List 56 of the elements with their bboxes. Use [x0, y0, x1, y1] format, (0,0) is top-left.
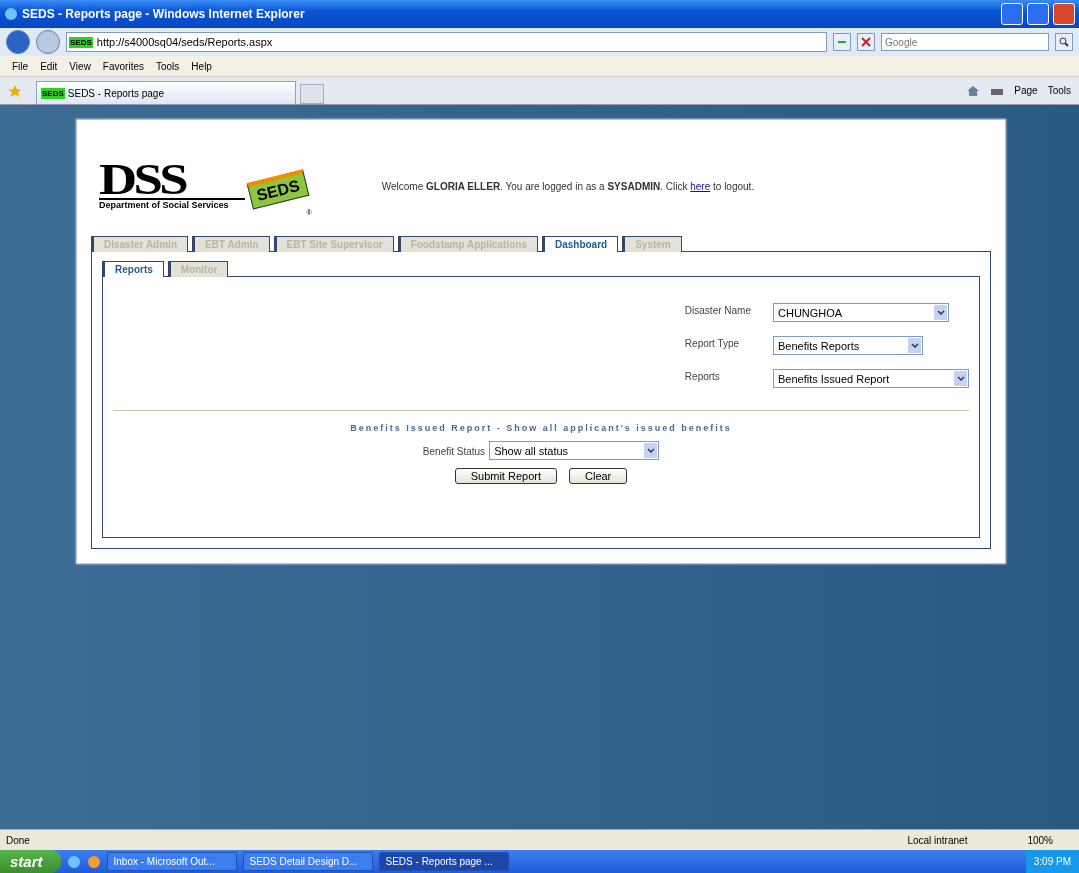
menu-item[interactable]: Favorites [96, 60, 150, 72]
tab[interactable]: Reports [102, 261, 164, 277]
tab-title: SEDS - Reports page [67, 87, 164, 99]
form-button[interactable]: Submit Report [454, 468, 557, 484]
field-label: Reports [684, 370, 721, 384]
menu-item[interactable]: View [63, 60, 97, 72]
seds-logo: SEDS [246, 168, 309, 210]
site-logo: SEDS [41, 87, 65, 99]
menu-item[interactable]: Help [185, 60, 218, 72]
dropdown[interactable]: CHUNGHOA [773, 303, 949, 322]
refresh-button[interactable] [833, 33, 851, 51]
dropdown[interactable]: Show all status [489, 441, 660, 460]
url-text: http://s4000sq04/seds/Reports.aspx [96, 36, 273, 48]
window-title: SEDS - Reports page - Windows Internet Explorer [22, 7, 306, 21]
field-label: Disaster Name [684, 304, 751, 318]
menu-item[interactable]: Edit [34, 60, 64, 72]
dropdown[interactable]: Benefits Reports [773, 336, 923, 355]
dropdown[interactable]: Benefits Issued Report [773, 369, 969, 388]
command-button[interactable]: Page [1014, 85, 1038, 96]
taskbar-button[interactable]: SEDS - Reports page ... [378, 852, 509, 871]
stop-button[interactable] [857, 33, 875, 51]
logo-caption: Department of Social Services [99, 198, 245, 210]
close-icon [861, 37, 871, 47]
menu-item[interactable]: Tools [150, 60, 186, 72]
forward-button[interactable] [36, 30, 60, 54]
search-field[interactable]: Google [881, 33, 1049, 51]
search-icon [1059, 37, 1069, 47]
minimize-button[interactable] [1001, 3, 1023, 25]
status-text: Done [6, 834, 31, 846]
command-button[interactable]: Tools [1047, 85, 1071, 96]
menu-item[interactable]: File [6, 60, 35, 72]
caret-icon [956, 375, 965, 382]
field-label: Report Type [684, 337, 741, 351]
restore-button[interactable] [1027, 3, 1049, 25]
caret-icon [936, 309, 945, 316]
welcome-message: Welcome GLORIA ELLER. You are logged in as a SYSADMIN. Click here to logout. [381, 180, 755, 192]
star-icon[interactable] [8, 83, 22, 98]
close-button[interactable] [1053, 3, 1075, 25]
taskbar-button[interactable]: Inbox - Microsoft Out... [106, 852, 237, 871]
form-button[interactable]: Clear [569, 468, 628, 484]
taskbar-button[interactable]: SEDS Detail Design D... [242, 852, 373, 871]
address-field[interactable]: SEDS http://s4000sq04/seds/Reports.aspx [66, 32, 827, 52]
tab[interactable]: Dashboard [541, 236, 619, 252]
zone-text: Local intranet [907, 834, 968, 846]
caret-icon [910, 342, 919, 349]
caret-icon [646, 447, 655, 454]
field-label: Benefit Status [422, 445, 486, 457]
browser-tab[interactable]: SEDS SEDS - Reports page [36, 81, 296, 104]
search-button[interactable] [1055, 33, 1073, 51]
zoom-level[interactable]: 100% [1027, 834, 1053, 846]
clock: 3:09 PM [1033, 856, 1071, 867]
back-button[interactable] [6, 30, 30, 54]
logout-link[interactable]: here [690, 180, 711, 192]
report-heading: Benefits Issued Report - Show all applicant's issued benefits [349, 423, 733, 433]
home-icon[interactable] [966, 84, 981, 97]
site-logo: SEDS [69, 36, 93, 48]
